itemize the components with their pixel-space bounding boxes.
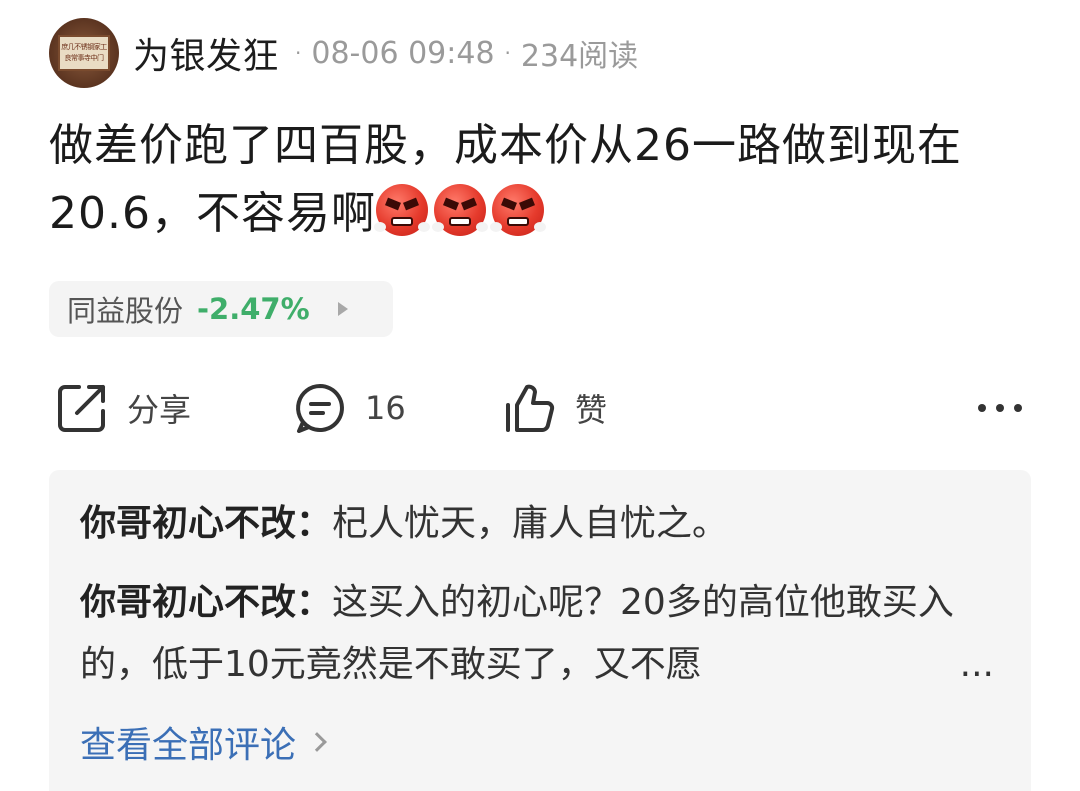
comment-count: 16 (365, 389, 406, 427)
action-bar: 分享 16 赞 (49, 378, 1039, 438)
play-arrow-icon (337, 302, 348, 316)
angry-face-icon (431, 184, 488, 236)
angry-face-icon (373, 184, 430, 236)
comment-bubble-icon (296, 384, 344, 433)
comments-preview: 你哥初心不改：杞人忧天，庸人自忧之。 你哥初心不改：这买入的初心呢？20多的高位… (49, 470, 1031, 791)
stock-name: 同益股份 (67, 294, 184, 328)
comment-item[interactable]: 你哥初心不改：杞人忧天，庸人自忧之。 (80, 493, 1010, 555)
thumbs-up-icon (506, 384, 555, 432)
comment-ellipsis: ... (939, 634, 994, 696)
avatar-text-line-2: 良常事寺中门 (64, 54, 105, 62)
view-all-comments-link[interactable]: 查看全部评论 (80, 716, 327, 768)
angry-face-icon (489, 184, 546, 236)
comment-text: 杞人忧天，庸人自忧之。 (332, 503, 729, 544)
timestamp: 08-06 09:48 (311, 35, 495, 71)
stock-tag[interactable]: 同益股份 -2.47% (49, 281, 393, 337)
stock-change: -2.47% (197, 292, 310, 326)
more-button[interactable] (975, 378, 1025, 438)
share-label: 分享 (127, 391, 192, 429)
avatar-text-line-1: 庶几不锈钢家工 (61, 43, 107, 51)
avatar[interactable]: 庶几不锈钢家工 良常事寺中门 (49, 18, 119, 88)
like-button[interactable]: 赞 (503, 378, 607, 438)
post-card: 庶几不锈钢家工 良常事寺中门 为银发狂 · 08-06 09:48 · 234阅… (0, 0, 1080, 791)
comment-colon: ： (296, 582, 333, 623)
comment-item[interactable]: 你哥初心不改：这买入的初心呢？20多的高位他敢买入的，低于10元竟然是不敢买了，… (80, 572, 1010, 696)
username[interactable]: 为银发狂 (133, 27, 279, 79)
view-all-label: 查看全部评论 (80, 725, 297, 766)
meta-separator: · (504, 41, 511, 65)
more-horizontal-icon (978, 404, 1022, 412)
comment-author[interactable]: 你哥初心不改 (80, 582, 296, 623)
share-icon (58, 385, 105, 432)
post-meta: · 08-06 09:48 · 234阅读 (289, 31, 638, 75)
post-content: 做差价跑了四百股，成本价从26一路做到现在20.6，不容易啊 (49, 112, 1039, 248)
read-count: 234阅读 (520, 39, 639, 74)
meta-separator: · (295, 41, 302, 65)
comment-author[interactable]: 你哥初心不改 (80, 503, 296, 544)
chevron-right-icon (307, 732, 327, 752)
share-button[interactable]: 分享 (55, 378, 191, 438)
comment-button[interactable]: 16 (293, 378, 406, 438)
post-header: 庶几不锈钢家工 良常事寺中门 为银发狂 · 08-06 09:48 · 234阅… (49, 18, 638, 88)
comment-colon: ： (296, 503, 333, 544)
avatar-plaque: 庶几不锈钢家工 良常事寺中门 (58, 35, 110, 71)
like-label: 赞 (575, 391, 608, 429)
